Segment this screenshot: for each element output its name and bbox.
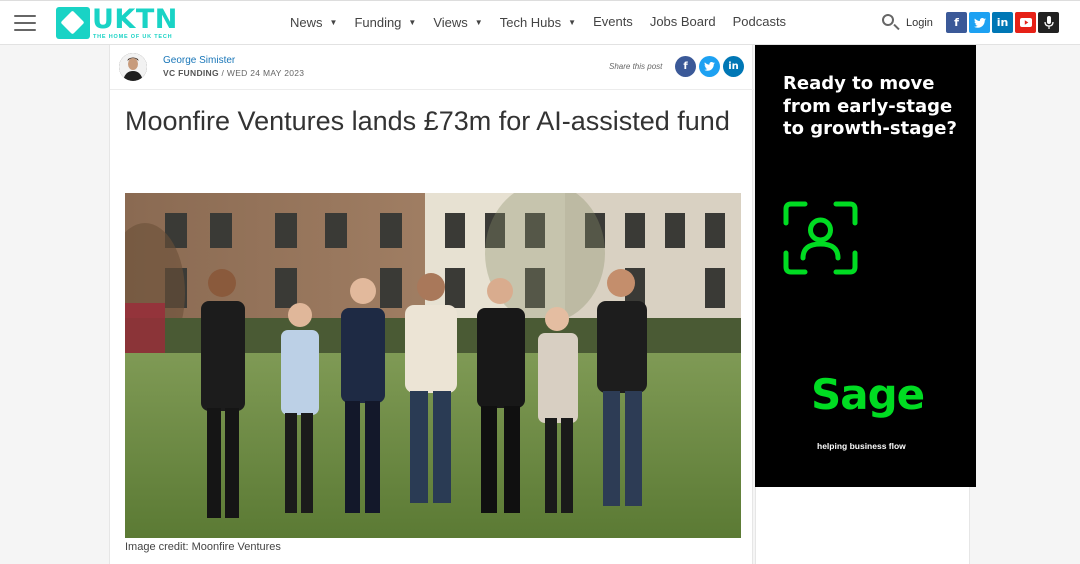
hero-image[interactable] (125, 193, 741, 538)
ad-headline: Ready to move from early-stage to growth… (783, 73, 957, 139)
youtube-icon[interactable] (1015, 12, 1036, 33)
search-icon[interactable] (881, 13, 901, 33)
main-nav: News ▼ Funding ▼ Views ▼ Tech Hubs ▼ Eve… (290, 13, 803, 30)
nav-item-views[interactable]: Views ▼ (433, 15, 482, 30)
linkedin-icon[interactable]: in (992, 12, 1013, 33)
login-link[interactable]: Login (906, 17, 933, 29)
nav-label: Tech Hubs (499, 15, 562, 30)
meta-separator: / (218, 68, 227, 78)
image-caption: Image credit: Moonfire Ventures (125, 541, 281, 553)
author-bar: George Simister VC FUNDING / WED 24 MAY … (110, 45, 754, 90)
person-scan-icon (783, 201, 858, 275)
share-linkedin-icon[interactable]: in (723, 56, 744, 77)
chevron-down-icon: ▼ (474, 18, 483, 27)
nav-label: News (290, 15, 323, 30)
article-headline: Moonfire Ventures lands £73m for AI-assi… (125, 106, 730, 136)
nav-item-events[interactable]: Events (593, 13, 633, 30)
chevron-down-icon: ▼ (329, 18, 338, 27)
logo-mark-icon (56, 7, 90, 39)
nav-item-news[interactable]: News ▼ (290, 15, 337, 30)
facebook-icon[interactable]: f (946, 12, 967, 33)
nav-item-podcasts[interactable]: Podcasts (733, 13, 786, 30)
nav-label: Events (593, 14, 633, 29)
nav-item-funding[interactable]: Funding ▼ (354, 15, 416, 30)
nav-item-tech-hubs[interactable]: Tech Hubs ▼ (500, 15, 576, 30)
twitter-icon[interactable] (969, 12, 990, 33)
nav-item-jobs-board[interactable]: Jobs Board (650, 13, 716, 30)
logo-text: UKTN (92, 4, 178, 35)
site-logo[interactable]: UKTN THE HOME OF UK TECH (56, 4, 178, 41)
logo-tagline: THE HOME OF UK TECH (93, 34, 173, 40)
nav-label: Funding (354, 15, 402, 30)
podcast-icon[interactable] (1038, 12, 1059, 33)
social-links: f in (946, 12, 1061, 33)
nav-label: Views (433, 15, 468, 30)
sidebar-panel (755, 487, 970, 564)
sidebar-ad[interactable]: Ready to move from early-stage to growth… (755, 45, 976, 487)
nav-label: Jobs Board (649, 14, 716, 29)
ad-tagline: helping business flow (817, 441, 906, 451)
article-card: George Simister VC FUNDING / WED 24 MAY … (109, 45, 754, 564)
share-label: Share this post (609, 62, 663, 71)
chevron-down-icon: ▼ (568, 18, 577, 27)
category-link[interactable]: VC FUNDING (163, 68, 219, 78)
author-avatar[interactable] (119, 53, 147, 81)
chevron-down-icon: ▼ (408, 18, 417, 27)
publish-date: WED 24 MAY 2023 (226, 68, 305, 78)
site-header: UKTN THE HOME OF UK TECH News ▼ Funding … (0, 0, 1080, 45)
author-name-link[interactable]: George Simister (163, 55, 235, 66)
article-meta: VC FUNDING / WED 24 MAY 2023 (163, 68, 304, 78)
share-facebook-icon[interactable]: f (675, 56, 696, 77)
nav-label: Podcasts (732, 14, 787, 29)
ad-brand-logo: Sage (811, 370, 925, 419)
menu-icon[interactable] (14, 15, 36, 31)
share-twitter-icon[interactable] (699, 56, 720, 77)
